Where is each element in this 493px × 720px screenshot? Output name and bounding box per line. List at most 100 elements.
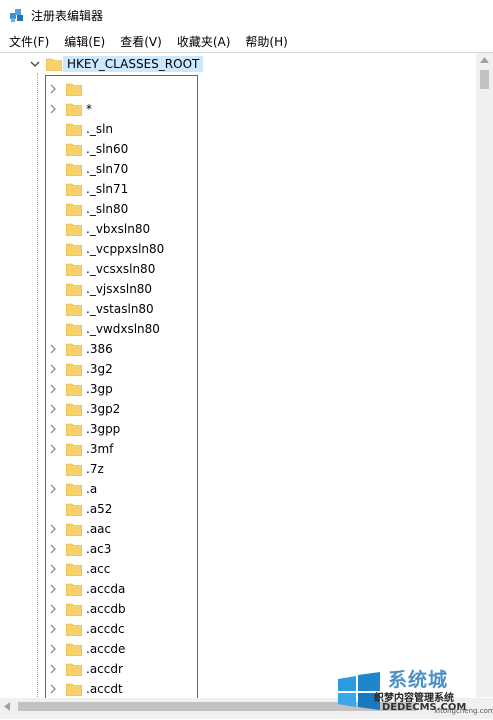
registry-tree[interactable]: HKEY_CLASSES_ROOT * ._sln ._sln60 ._sln70 ._… <box>0 52 493 720</box>
vertical-scrollbar[interactable] <box>476 53 493 697</box>
tree-item[interactable]: .a <box>0 479 470 499</box>
tree-item[interactable]: * <box>0 99 470 119</box>
folder-icon <box>66 483 82 496</box>
chevron-right-icon[interactable] <box>49 444 57 454</box>
tree-item[interactable] <box>0 79 470 99</box>
tree-item[interactable]: ._vwdxsln80 <box>0 319 470 339</box>
tree-item-label: ._sln <box>86 122 114 136</box>
chevron-right-icon[interactable] <box>49 644 57 654</box>
tree-item[interactable]: .accdr <box>0 659 470 679</box>
chevron-right-icon[interactable] <box>49 404 57 414</box>
folder-icon <box>66 103 82 116</box>
menu-help[interactable]: 帮助(H) <box>237 33 294 50</box>
title-bar: 注册表编辑器 <box>0 0 493 30</box>
chevron-right-icon[interactable] <box>49 524 57 534</box>
tree-item[interactable]: .3gpp <box>0 419 470 439</box>
tree-item[interactable]: .3mf <box>0 439 470 459</box>
tree-item[interactable]: ._sln70 <box>0 159 470 179</box>
tree-item[interactable]: .acc <box>0 559 470 579</box>
tree-item[interactable]: .accdc <box>0 619 470 639</box>
chevron-right-icon[interactable] <box>49 344 57 354</box>
tree-item[interactable]: ._sln60 <box>0 139 470 159</box>
folder-icon <box>66 423 82 436</box>
status-strip <box>0 715 493 719</box>
tree-item[interactable]: ._vcsxsln80 <box>0 259 470 279</box>
folder-icon <box>66 583 82 596</box>
tree-item[interactable]: .accdt <box>0 679 470 699</box>
tree-item-label: .accdc <box>86 622 125 636</box>
tree-item[interactable]: .386 <box>0 339 470 359</box>
tree-root-hkcr[interactable]: HKEY_CLASSES_ROOT <box>0 55 470 75</box>
tree-item[interactable]: ._sln71 <box>0 179 470 199</box>
chevron-right-icon[interactable] <box>49 604 57 614</box>
tree-item[interactable]: ._vcppxsln80 <box>0 239 470 259</box>
tree-item-label: .accde <box>86 642 126 656</box>
scroll-left-icon[interactable] <box>4 702 10 711</box>
tree-item-label: ._vstasln80 <box>86 302 154 316</box>
tree-item-label: .3g2 <box>86 362 113 376</box>
folder-icon <box>66 663 82 676</box>
tree-item[interactable]: ._vstasln80 <box>0 299 470 319</box>
vertical-scroll-thumb[interactable] <box>480 70 489 89</box>
tree-item-label: .ac3 <box>86 542 112 556</box>
chevron-right-icon[interactable] <box>49 424 57 434</box>
horizontal-scrollbar[interactable] <box>0 698 493 715</box>
tree-item[interactable]: ._sln <box>0 119 470 139</box>
tree-item[interactable]: .ac3 <box>0 539 470 559</box>
tree-item-label: .accdt <box>86 682 123 696</box>
chevron-right-icon[interactable] <box>49 544 57 554</box>
tree-item[interactable]: .a52 <box>0 499 470 519</box>
folder-icon <box>66 323 82 336</box>
tree-item-label: ._sln70 <box>86 162 129 176</box>
tree-item[interactable]: .accdb <box>0 599 470 619</box>
folder-icon <box>66 343 82 356</box>
chevron-right-icon[interactable] <box>49 384 57 394</box>
menu-bar: 文件(F) 编辑(E) 查看(V) 收藏夹(A) 帮助(H) <box>0 31 493 51</box>
chevron-right-icon[interactable] <box>49 484 57 494</box>
tree-item-label: .3gp <box>86 382 113 396</box>
tree-root-label[interactable]: HKEY_CLASSES_ROOT <box>63 56 204 72</box>
tree-item-label: .7z <box>86 462 104 476</box>
chevron-right-icon[interactable] <box>49 584 57 594</box>
folder-icon <box>66 243 82 256</box>
chevron-right-icon[interactable] <box>49 564 57 574</box>
folder-icon <box>66 543 82 556</box>
tree-item-label: .accdr <box>86 662 123 676</box>
regedit-icon <box>10 9 23 22</box>
menu-file[interactable]: 文件(F) <box>0 33 56 50</box>
folder-icon <box>66 263 82 276</box>
folder-icon <box>66 163 82 176</box>
folder-icon <box>66 123 82 136</box>
tree-item[interactable]: .3gp <box>0 379 470 399</box>
folder-icon <box>46 58 62 71</box>
tree-item-label: .a <box>86 482 98 496</box>
tree-item[interactable]: .7z <box>0 459 470 479</box>
menu-edit[interactable]: 编辑(E) <box>56 33 112 50</box>
tree-item-label: .3gp2 <box>86 402 121 416</box>
tree-item[interactable]: ._vbxsln80 <box>0 219 470 239</box>
chevron-down-icon[interactable] <box>30 59 40 69</box>
tree-item[interactable]: .accda <box>0 579 470 599</box>
chevron-right-icon[interactable] <box>49 364 57 374</box>
tree-item[interactable]: .3g2 <box>0 359 470 379</box>
menu-favorites[interactable]: 收藏夹(A) <box>169 33 238 50</box>
tree-item[interactable]: .aac <box>0 519 470 539</box>
chevron-right-icon[interactable] <box>49 624 57 634</box>
menu-view[interactable]: 查看(V) <box>112 33 169 50</box>
scroll-up-icon[interactable] <box>480 57 489 63</box>
tree-item[interactable]: ._sln80 <box>0 199 470 219</box>
chevron-right-icon[interactable] <box>49 104 57 114</box>
folder-icon <box>66 203 82 216</box>
chevron-right-icon[interactable] <box>49 84 57 94</box>
chevron-right-icon[interactable] <box>49 664 57 674</box>
folder-icon <box>66 503 82 516</box>
tree-item[interactable]: ._vjsxsln80 <box>0 279 470 299</box>
chevron-right-icon[interactable] <box>49 684 57 694</box>
tree-item-label: .accdb <box>86 602 126 616</box>
tree-item-label: ._sln60 <box>86 142 129 156</box>
horizontal-scroll-thumb[interactable] <box>18 702 416 711</box>
tree-item-label: .accda <box>86 582 126 596</box>
tree-item[interactable]: .accde <box>0 639 470 659</box>
tree-item-label: .a52 <box>86 502 113 516</box>
tree-item[interactable]: .3gp2 <box>0 399 470 419</box>
